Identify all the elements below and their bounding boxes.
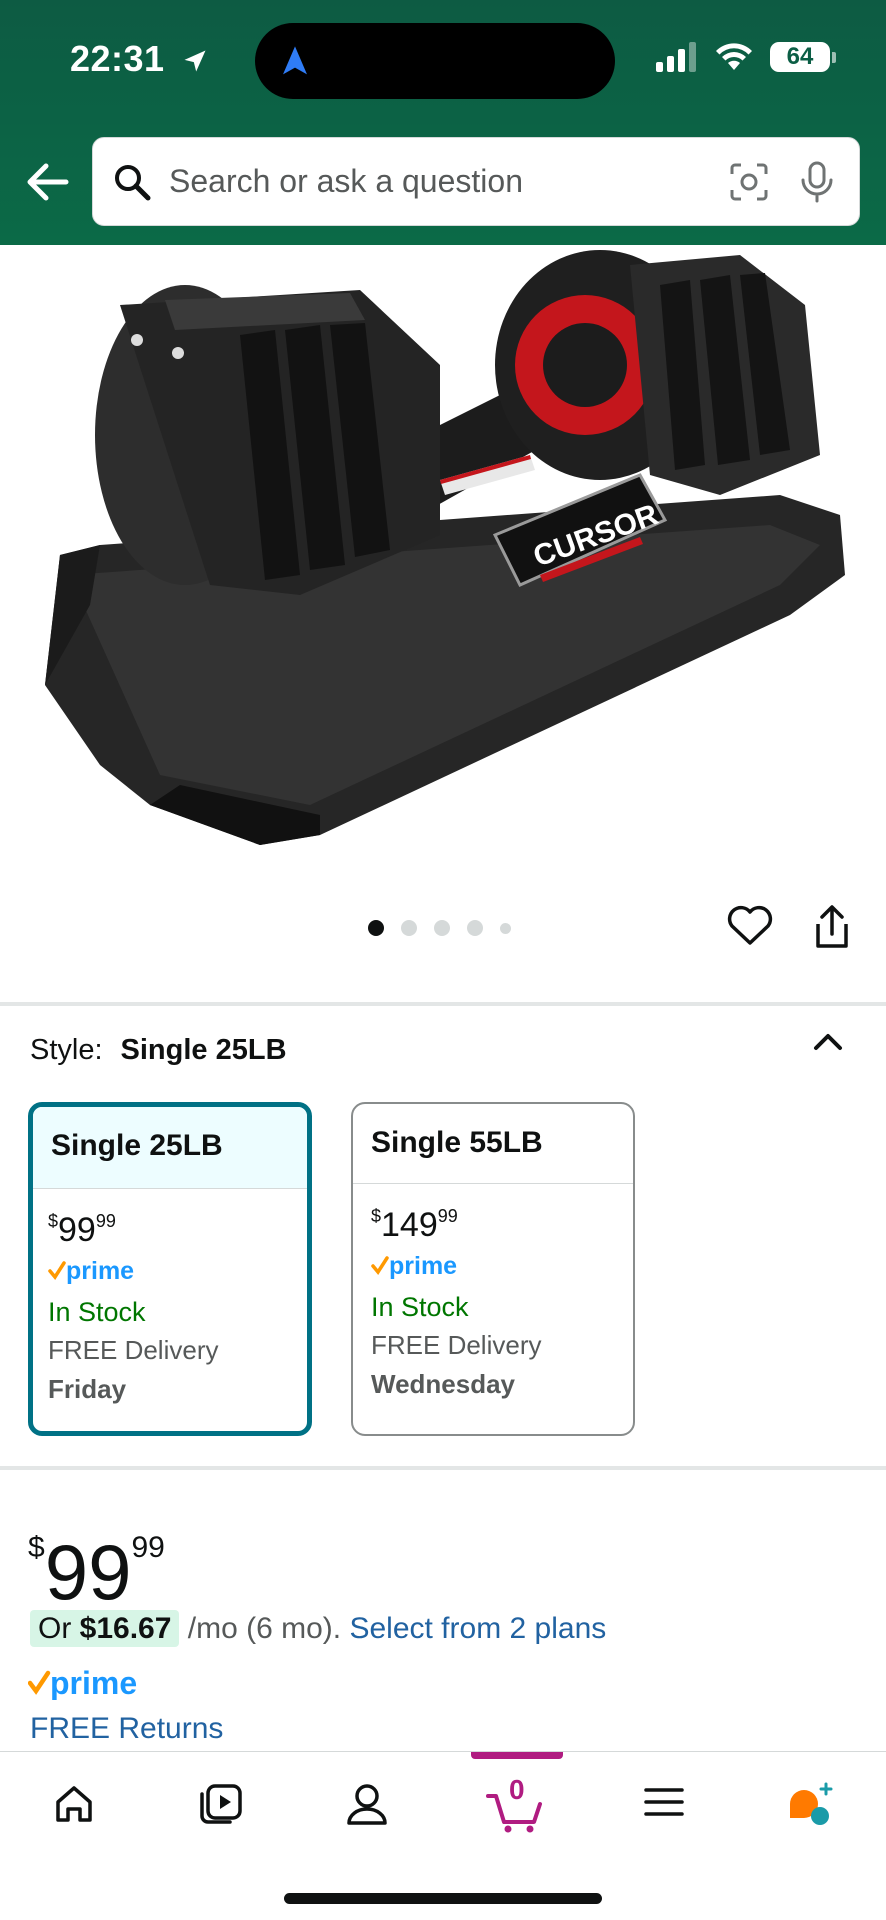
search-icon bbox=[115, 164, 151, 200]
divider bbox=[0, 1466, 886, 1470]
prime-logo-icon: prime bbox=[371, 1252, 457, 1280]
back-arrow-icon[interactable] bbox=[22, 160, 72, 204]
image-carousel-dots bbox=[368, 920, 511, 936]
svg-text:prime: prime bbox=[50, 1666, 137, 1700]
time-text: 22:31 bbox=[70, 38, 165, 79]
microphone-icon[interactable] bbox=[799, 161, 835, 203]
delivery-day: Friday bbox=[48, 1374, 127, 1404]
status-icons: 64 bbox=[656, 42, 836, 72]
product-price: $9999 bbox=[28, 1528, 165, 1616]
chevron-up-icon[interactable] bbox=[812, 1030, 844, 1054]
svg-text:prime: prime bbox=[66, 1258, 134, 1284]
battery-icon: 64 bbox=[770, 42, 836, 72]
camera-scan-icon[interactable] bbox=[729, 162, 769, 202]
stock-status: In Stock bbox=[371, 1292, 469, 1322]
video-icon[interactable] bbox=[198, 1782, 244, 1826]
delivery-text: FREE Delivery bbox=[371, 1330, 542, 1360]
style-option-single-25lb[interactable]: Single 25LB $9999 prime In Stock FREE De… bbox=[28, 1102, 312, 1436]
prime-badge: prime bbox=[33, 1250, 307, 1289]
financing-amount: Or $16.67 bbox=[30, 1610, 180, 1647]
carousel-dot[interactable] bbox=[467, 920, 483, 936]
share-icon[interactable] bbox=[812, 904, 852, 950]
home-icon[interactable] bbox=[52, 1782, 96, 1826]
prime-logo-icon: prime bbox=[48, 1257, 134, 1285]
status-time: 22:31 bbox=[70, 38, 209, 80]
dynamic-island bbox=[255, 23, 615, 99]
signal-icon bbox=[656, 42, 696, 72]
delivery-day: Wednesday bbox=[371, 1369, 516, 1399]
location-arrow-icon bbox=[184, 50, 206, 72]
product-image[interactable]: CURSOR bbox=[0, 245, 886, 895]
financing-term: /mo (6 mo). bbox=[179, 1612, 350, 1645]
carousel-dot[interactable] bbox=[368, 920, 384, 936]
style-option-single-55lb[interactable]: Single 55LB $14999 prime In Stock FREE D… bbox=[351, 1102, 635, 1436]
style-selector-label: Style: Single 25LB bbox=[30, 1034, 287, 1067]
select-plans-link[interactable]: Select from 2 plans bbox=[349, 1612, 606, 1645]
financing-offer: Or $16.67 /mo (6 mo). Select from 2 plan… bbox=[30, 1610, 606, 1647]
cart-count: 0 bbox=[509, 1774, 525, 1805]
style-option-price: $14999 bbox=[371, 1206, 458, 1244]
navigation-arrow-icon bbox=[283, 46, 307, 75]
search-placeholder: Search or ask a question bbox=[169, 163, 523, 199]
heart-icon[interactable] bbox=[727, 905, 773, 947]
style-option-price: $9999 bbox=[48, 1211, 116, 1249]
rufus-icon[interactable] bbox=[786, 1782, 836, 1828]
svg-text:prime: prime bbox=[389, 1253, 457, 1279]
active-tab-indicator bbox=[471, 1752, 563, 1759]
home-indicator bbox=[284, 1893, 602, 1904]
header-bar: 22:31 64 Search or ask a question bbox=[0, 0, 886, 245]
style-label: Style: bbox=[30, 1034, 103, 1066]
menu-icon[interactable] bbox=[643, 1782, 685, 1822]
prime-badge: prime bbox=[27, 1665, 148, 1705]
prime-badge: prime bbox=[353, 1245, 633, 1284]
carousel-dot[interactable] bbox=[500, 922, 511, 934]
wifi-icon bbox=[716, 43, 752, 70]
free-returns-link[interactable]: FREE Returns bbox=[30, 1712, 223, 1746]
stock-status: In Stock bbox=[48, 1297, 146, 1327]
carousel-dot[interactable] bbox=[401, 920, 417, 936]
style-option-name: Single 55LB bbox=[353, 1104, 633, 1184]
style-option-name: Single 25LB bbox=[33, 1107, 307, 1189]
delivery-text: FREE Delivery bbox=[48, 1335, 219, 1365]
search-input[interactable]: Search or ask a question bbox=[92, 137, 860, 226]
selected-style: Single 25LB bbox=[120, 1034, 287, 1066]
carousel-dot[interactable] bbox=[434, 920, 450, 936]
account-icon[interactable] bbox=[346, 1782, 388, 1826]
divider bbox=[0, 1002, 886, 1006]
prime-logo-icon: prime bbox=[27, 1665, 137, 1701]
battery-level: 64 bbox=[770, 42, 830, 72]
